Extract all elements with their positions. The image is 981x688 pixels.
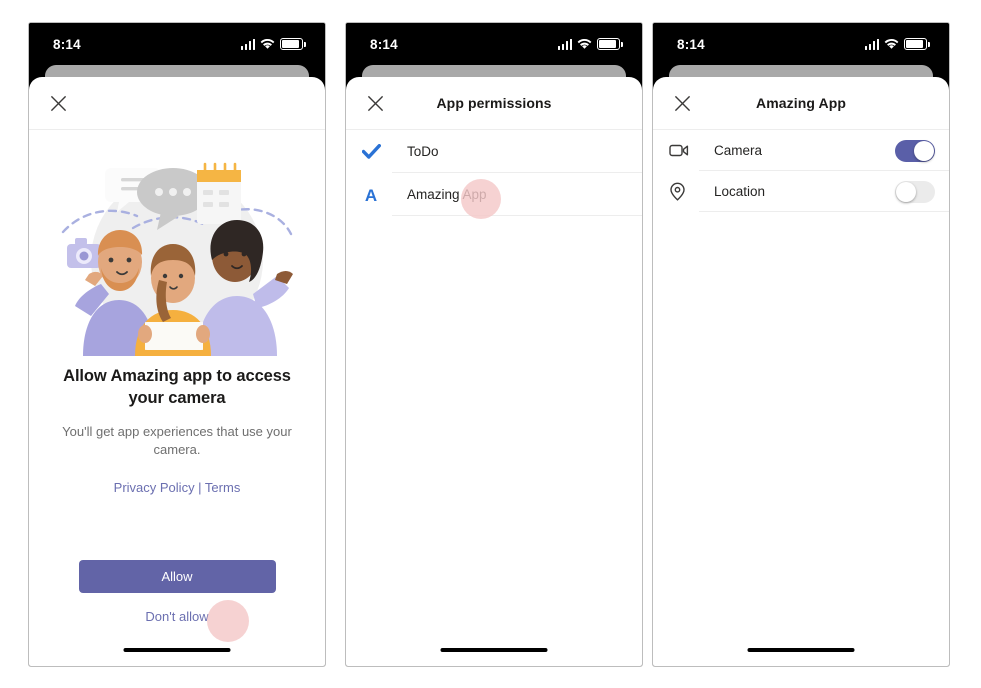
todo-checkmark-icon	[362, 144, 392, 159]
close-icon[interactable]	[43, 88, 73, 118]
status-bar: 8:14	[29, 23, 325, 65]
app-permissions-sheet: App permissions ToDo A Amazing App	[346, 77, 642, 666]
location-toggle[interactable]	[895, 180, 935, 203]
home-indicator	[123, 648, 231, 652]
permission-body: Allow Amazing app to access your camera …	[29, 130, 325, 666]
dont-allow-button[interactable]: Don't allow	[145, 609, 208, 624]
list-item-label: Amazing App	[407, 187, 487, 202]
sheet-header: Amazing App	[653, 77, 949, 130]
status-time: 8:14	[370, 36, 398, 52]
amazing-app-sheet: Amazing App Camera Location	[653, 77, 949, 666]
permission-label: Location	[714, 184, 766, 199]
battery-icon	[280, 38, 306, 50]
wifi-icon	[577, 38, 592, 49]
sheet-header	[29, 77, 325, 130]
list-item-label: ToDo	[407, 144, 439, 159]
amazing-app-letter-a-icon: A	[362, 186, 392, 204]
status-icons	[864, 38, 930, 50]
action-buttons: Allow Don't allow	[51, 560, 303, 624]
status-bar: 8:14	[653, 23, 949, 65]
status-bar: 8:14	[346, 23, 642, 65]
wifi-icon	[260, 38, 275, 49]
status-time: 8:14	[53, 36, 81, 52]
people-collaborating-illustration	[61, 162, 293, 356]
permission-row-camera[interactable]: Camera	[653, 130, 949, 171]
signal-bars-icon	[557, 38, 572, 50]
close-icon[interactable]	[667, 88, 697, 118]
page-title: Allow Amazing app to access your camera	[63, 367, 291, 407]
sheet-title: Amazing App	[755, 95, 847, 111]
screenshot-stage: 8:14 Allow Amazing app to access your ca…	[0, 0, 981, 688]
phone-mockup-amazing-app-permissions: 8:14 Amazing App Camera Location	[652, 22, 950, 667]
home-indicator	[747, 648, 855, 652]
battery-icon	[597, 38, 623, 50]
list-item-amazing-app[interactable]: A Amazing App	[346, 173, 642, 216]
close-icon[interactable]	[360, 88, 390, 118]
sheet-title: App permissions	[436, 95, 552, 111]
permission-toggle-list: Camera Location	[653, 130, 949, 666]
status-time: 8:14	[677, 36, 705, 52]
allow-button[interactable]: Allow	[78, 560, 276, 593]
privacy-terms-links[interactable]: Privacy Policy | Terms	[114, 480, 241, 495]
phone-mockup-app-permissions: 8:14 App permissions ToDo A Amazing App	[345, 22, 643, 667]
svg-text:A: A	[365, 186, 377, 204]
list-item-todo[interactable]: ToDo	[346, 130, 642, 173]
sheet-header: App permissions	[346, 77, 642, 130]
permission-row-location[interactable]: Location	[653, 171, 949, 212]
page-subtitle: You'll get app experiences that use your…	[62, 423, 292, 457]
status-icons	[557, 38, 623, 50]
home-indicator	[440, 648, 548, 652]
wifi-icon	[884, 38, 899, 49]
permission-sheet: Allow Amazing app to access your camera …	[29, 77, 325, 666]
camera-toggle[interactable]	[895, 139, 935, 162]
sheet-stack: Allow Amazing app to access your camera …	[29, 65, 325, 666]
sheet-stack: Amazing App Camera Location	[653, 65, 949, 666]
signal-bars-icon	[240, 38, 255, 50]
phone-mockup-camera-permission: 8:14 Allow Amazing app to access your ca…	[28, 22, 326, 667]
permission-label: Camera	[714, 143, 763, 158]
battery-icon	[904, 38, 930, 50]
status-icons	[240, 38, 306, 50]
location-pin-icon	[669, 182, 699, 201]
sheet-stack: App permissions ToDo A Amazing App	[346, 65, 642, 666]
video-camera-icon	[669, 143, 699, 158]
app-list: ToDo A Amazing App	[346, 130, 642, 666]
signal-bars-icon	[864, 38, 879, 50]
